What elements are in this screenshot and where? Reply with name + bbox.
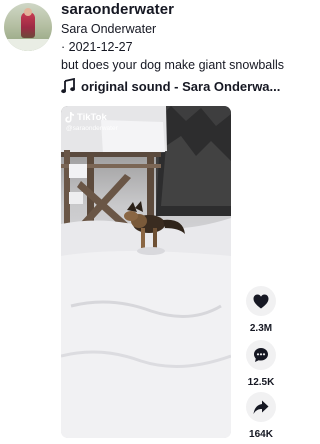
like-count: 2.3M: [249, 323, 273, 334]
tiktok-logo-icon: [65, 112, 74, 123]
avatar[interactable]: [4, 3, 52, 51]
music-note-icon: [61, 78, 75, 94]
share-icon: [253, 400, 269, 414]
tiktok-watermark-handle: @saraonderwater: [66, 125, 118, 132]
share-count: 164K: [249, 429, 273, 440]
comment-action[interactable]: 12.5K: [244, 340, 278, 388]
comment-icon: [254, 348, 268, 362]
like-button[interactable]: [246, 286, 276, 316]
sound-title: original sound - Sara Onderwa...: [81, 78, 281, 94]
tiktok-watermark: TikTok: [65, 112, 107, 123]
display-name: Sara Onderwater: [61, 22, 157, 36]
heart-icon: [253, 294, 269, 308]
video-player[interactable]: TikTok @saraonderwater: [61, 106, 231, 438]
share-action[interactable]: 164K: [244, 392, 278, 440]
comment-count: 12.5K: [247, 377, 275, 388]
share-button[interactable]: [246, 392, 276, 422]
sound-link[interactable]: original sound - Sara Onderwa...: [61, 78, 280, 94]
post-date: · 2021-12-27: [61, 40, 133, 54]
username[interactable]: saraonderwater: [61, 1, 174, 18]
tiktok-watermark-brand: TikTok: [77, 112, 107, 123]
video-frame: [61, 106, 231, 438]
like-action[interactable]: 2.3M: [244, 286, 278, 334]
comment-button[interactable]: [246, 340, 276, 370]
caption: but does your dog make giant snowballs: [61, 58, 285, 72]
avatar-head: [24, 8, 32, 16]
avatar-snow: [4, 39, 52, 51]
